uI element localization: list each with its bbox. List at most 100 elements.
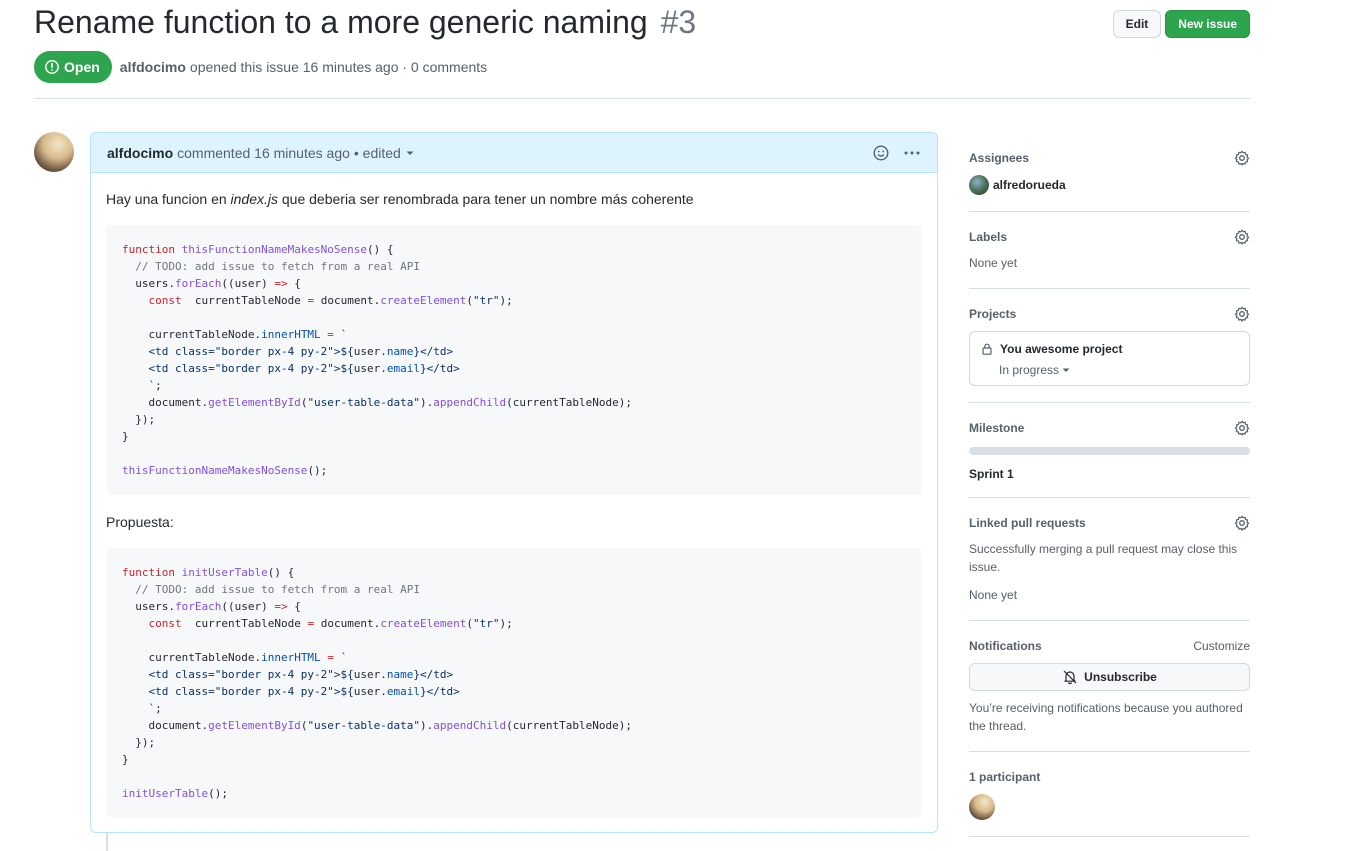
labels-title: Labels [969, 230, 1008, 244]
code-token: appendChild [433, 396, 507, 409]
participant-avatar[interactable] [969, 794, 995, 820]
code-line: currentTableNode.innerHTML = ` [122, 649, 906, 666]
code-line: `; [122, 377, 906, 394]
code-token: "user-table-data" [307, 396, 421, 409]
sidebar-assignees: Assignees alfredorueda [969, 132, 1250, 212]
code-token: thisFunctionNameMakesNoSense [122, 464, 308, 477]
comment-paragraph: Hay una funcion en index.js que deberia … [106, 189, 922, 209]
file-name: index.js [230, 191, 278, 207]
code-token: { [287, 600, 301, 613]
code-token: ); [499, 617, 513, 630]
code-token: ((user) [221, 600, 275, 613]
code-token: }</td> [413, 668, 454, 681]
comment-author-avatar[interactable] [34, 132, 74, 172]
project-link[interactable]: You awesome project [982, 342, 1237, 356]
issue-author-link[interactable]: alfdocimo [120, 59, 186, 75]
code-token: email [386, 362, 421, 375]
issue-sidebar: Assignees alfredorueda Labels None yet P… [969, 132, 1250, 837]
code-line: } [122, 751, 906, 768]
code-token: document. [122, 719, 209, 732]
project-name: You awesome project [1000, 342, 1123, 356]
code-line: currentTableNode.innerHTML = ` [122, 326, 906, 343]
code-token: document. [314, 617, 381, 630]
linked-prs-desc: Successfully merging a pull request may … [969, 542, 1238, 574]
comment-text-2: que deberia ser renombrada para tener un… [278, 191, 694, 207]
proposal-label: Propuesta: [106, 514, 174, 530]
code-token: ). [420, 719, 434, 732]
comment-timestamp[interactable]: commented 16 minutes ago [177, 145, 350, 161]
code-token: forEach [174, 600, 222, 613]
code-token: name [386, 345, 414, 358]
participants-title: 1 participant [969, 770, 1041, 784]
code-line: <td class="border px-4 py-2">${user.emai… [122, 683, 906, 700]
code-token: "tr" [473, 617, 500, 630]
code-token: = [320, 651, 341, 664]
issue-title-text: Rename function to a more generic naming [34, 4, 648, 40]
code-token: email [386, 685, 421, 698]
code-token: function [122, 243, 182, 256]
gear-icon[interactable] [1234, 229, 1250, 245]
lock-icon [982, 343, 992, 355]
new-issue-button[interactable]: New issue [1165, 10, 1250, 38]
code-token: initUserTable [181, 566, 268, 579]
code-token: // TODO: add issue to fetch from a real … [122, 583, 421, 596]
unsubscribe-label: Unsubscribe [1084, 670, 1157, 684]
code-token: (); [307, 464, 328, 477]
code-token: ). [420, 396, 434, 409]
gear-icon[interactable] [1234, 515, 1250, 531]
gear-icon[interactable] [1234, 150, 1250, 166]
code-token: innerHTML [261, 328, 321, 341]
code-token: document. [314, 294, 381, 307]
code-line: `; [122, 700, 906, 717]
code-line: // TODO: add issue to fetch from a real … [122, 581, 906, 598]
code-token: }</td> [420, 685, 460, 698]
smiley-icon[interactable] [873, 144, 889, 161]
code-token: <td class="border px-4 py-2">${ [122, 668, 354, 681]
comment-header: alfdocimo commented 16 minutes ago • edi… [91, 133, 937, 173]
caret-down-icon [1062, 368, 1070, 372]
code-line: thisFunctionNameMakesNoSense(); [122, 462, 906, 479]
milestone-link[interactable]: Sprint 1 [969, 467, 1250, 481]
project-status-dropdown[interactable]: In progress [999, 363, 1237, 377]
issue-meta-text: opened this issue 16 minutes ago · 0 com… [189, 59, 488, 75]
edited-dropdown[interactable]: • edited [354, 145, 415, 161]
gear-icon[interactable] [1234, 306, 1250, 322]
code-line: <td class="border px-4 py-2">${user.emai… [122, 360, 906, 377]
code-token: user. [353, 668, 387, 681]
code-token: currentTableNode. [122, 328, 262, 341]
code-token: document. [122, 396, 209, 409]
comment-box: alfdocimo commented 16 minutes ago • edi… [90, 132, 938, 833]
code-line: initUserTable(); [122, 785, 906, 802]
code-token: { [287, 277, 301, 290]
code-token: user. [353, 362, 387, 375]
sidebar-notifications: Notifications Customize Unsubscribe You’… [969, 621, 1250, 752]
code-token: }</td> [413, 345, 454, 358]
notifications-desc: You’re receiving notifications because y… [969, 701, 1243, 733]
edit-button[interactable]: Edit [1112, 10, 1162, 38]
assignee-item[interactable]: alfredorueda [969, 175, 1250, 195]
issue-meta: Open alfdocimo opened this issue 16 minu… [34, 51, 487, 83]
kebab-horizontal-icon[interactable] [903, 145, 921, 161]
code-line: }); [122, 734, 906, 751]
header-actions: Edit New issue [1112, 10, 1250, 38]
customize-link[interactable]: Customize [1193, 639, 1250, 653]
code-token: innerHTML [261, 651, 321, 664]
gear-icon[interactable] [1234, 420, 1250, 436]
issue-header: Rename function to a more generic naming… [34, 0, 1250, 99]
sidebar-milestone: Milestone Sprint 1 [969, 403, 1250, 498]
code-token: => [274, 600, 288, 613]
code-token: createElement [380, 617, 467, 630]
code-token: () { [267, 566, 295, 579]
code-token: const [122, 617, 189, 630]
code-token: <td class="border px-4 py-2">${ [122, 362, 354, 375]
code-line: function thisFunctionNameMakesNoSense() … [122, 241, 906, 258]
comment-author-link[interactable]: alfdocimo [107, 145, 173, 161]
unsubscribe-button[interactable]: Unsubscribe [969, 663, 1250, 691]
assignee-avatar [969, 175, 989, 195]
code-token: <td class="border px-4 py-2">${ [122, 345, 354, 358]
code-token: thisFunctionNameMakesNoSense [181, 243, 368, 256]
code-token: }</td> [420, 362, 460, 375]
